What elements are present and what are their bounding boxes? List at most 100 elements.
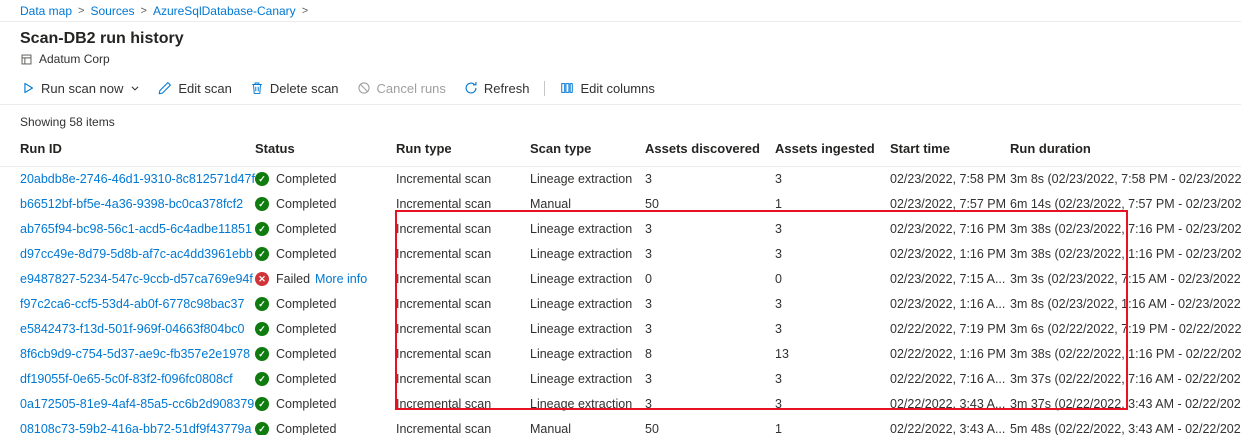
run-id-link[interactable]: d97cc49e-8d79-5d8b-af7c-ac4dd3961ebb xyxy=(20,247,253,261)
scan-type-cell: Manual xyxy=(530,417,645,435)
run-id-link[interactable]: 0a172505-81e9-4af4-85a5-cc6b2d908379 xyxy=(20,397,254,411)
edit-columns-button[interactable]: Edit columns xyxy=(551,72,663,104)
column-header-scan-type[interactable]: Scan type xyxy=(530,137,645,167)
items-count: Showing 58 items xyxy=(0,105,1241,137)
status-cell: ✓ Completed xyxy=(255,392,396,417)
delete-scan-button[interactable]: Delete scan xyxy=(241,72,348,104)
run-type-cell: Incremental scan xyxy=(396,242,530,267)
run-id-link[interactable]: e5842473-f13d-501f-969f-04663f804bc0 xyxy=(20,322,245,336)
run-id-link[interactable]: f97c2ca6-ccf5-53d4-ab0f-6778c98bac37 xyxy=(20,297,244,311)
column-header-assets-discovered[interactable]: Assets discovered xyxy=(645,137,775,167)
columns-icon xyxy=(560,81,574,95)
scan-type-cell: Lineage extraction xyxy=(530,367,645,392)
breadcrumb-separator: > xyxy=(302,5,308,17)
run-type-cell: Incremental scan xyxy=(396,392,530,417)
status-completed-icon: ✓ xyxy=(255,172,269,186)
assets-ingested-cell: 3 xyxy=(775,167,890,192)
run-id-link[interactable]: df19055f-0e65-5c0f-83f2-f096fc0808cf xyxy=(20,372,233,386)
start-time-cell: 02/22/2022, 3:43 A... xyxy=(890,417,1010,435)
status-completed-icon: ✓ xyxy=(255,347,269,361)
status-label: Completed xyxy=(276,297,336,311)
run-type-cell: Incremental scan xyxy=(396,417,530,435)
run-id-cell: e9487827-5234-547c-9ccb-d57ca769e94f xyxy=(0,267,255,292)
status-completed-icon: ✓ xyxy=(255,422,269,435)
table-row: e5842473-f13d-501f-969f-04663f804bc0 ✓ C… xyxy=(0,317,1241,342)
assets-ingested-cell: 3 xyxy=(775,292,890,317)
run-duration-cell: 3m 38s (02/22/2022, 1:16 PM - 02/22/2022 xyxy=(1010,342,1241,367)
column-header-run-type[interactable]: Run type xyxy=(396,137,530,167)
run-id-cell: f97c2ca6-ccf5-53d4-ab0f-6778c98bac37 xyxy=(0,292,255,317)
status-label: Completed xyxy=(276,197,336,211)
run-type-cell: Incremental scan xyxy=(396,192,530,217)
column-header-status[interactable]: Status xyxy=(255,137,396,167)
run-duration-cell: 3m 38s (02/23/2022, 1:16 PM - 02/23/2022 xyxy=(1010,242,1241,267)
run-id-link[interactable]: ab765f94-bc98-56c1-acd5-6c4adbe11851 xyxy=(20,222,252,236)
column-header-assets-ingested[interactable]: Assets ingested xyxy=(775,137,890,167)
run-duration-cell: 3m 37s (02/22/2022, 3:43 AM - 02/22/2022 xyxy=(1010,392,1241,417)
assets-ingested-cell: 0 xyxy=(775,267,890,292)
breadcrumb-data-map[interactable]: Data map xyxy=(20,4,72,18)
scan-type-cell: Manual xyxy=(530,192,645,217)
run-id-link[interactable]: 8f6cb9d9-c754-5d37-ae9c-fb357e2e1978 xyxy=(20,347,250,361)
assets-ingested-cell: 1 xyxy=(775,192,890,217)
run-id-link[interactable]: e9487827-5234-547c-9ccb-d57ca769e94f xyxy=(20,272,253,286)
run-id-link[interactable]: 08108c73-59b2-416a-bb72-51df9f43779a xyxy=(20,422,251,435)
status-cell: ✓ Completed xyxy=(255,417,396,435)
run-id-link[interactable]: b66512bf-bf5e-4a36-9398-bc0ca378fcf2 xyxy=(20,197,243,211)
status-completed-icon: ✓ xyxy=(255,222,269,236)
scan-run-history-page: Data map > Sources > AzureSqlDatabase-Ca… xyxy=(0,0,1241,435)
run-scan-now-label: Run scan now xyxy=(41,81,123,96)
start-time-cell: 02/23/2022, 7:57 PM xyxy=(890,192,1010,217)
status-cell: ✓ Completed xyxy=(255,342,396,367)
assets-ingested-cell: 1 xyxy=(775,417,890,435)
edit-scan-label: Edit scan xyxy=(178,81,231,96)
start-time-cell: 02/23/2022, 7:16 PM xyxy=(890,217,1010,242)
edit-scan-button[interactable]: Edit scan xyxy=(149,72,240,104)
status-completed-icon: ✓ xyxy=(255,247,269,261)
collection-name: Adatum Corp xyxy=(39,52,110,66)
refresh-button[interactable]: Refresh xyxy=(455,72,539,104)
status-completed-icon: ✓ xyxy=(255,297,269,311)
column-header-start-time[interactable]: Start time xyxy=(890,137,1010,167)
status-cell: ✕ Failed More info xyxy=(255,267,396,292)
status-label: Completed xyxy=(276,247,336,261)
table-row: 08108c73-59b2-416a-bb72-51df9f43779a ✓ C… xyxy=(0,417,1241,435)
table-row: ab765f94-bc98-56c1-acd5-6c4adbe11851 ✓ C… xyxy=(0,217,1241,242)
table-header-row: Run IDStatusRun typeScan typeAssets disc… xyxy=(0,137,1241,167)
collection-row: Adatum Corp xyxy=(20,52,1221,66)
run-id-cell: 8f6cb9d9-c754-5d37-ae9c-fb357e2e1978 xyxy=(0,342,255,367)
assets-discovered-cell: 3 xyxy=(645,167,775,192)
run-type-cell: Incremental scan xyxy=(396,167,530,192)
scan-type-cell: Lineage extraction xyxy=(530,392,645,417)
column-header-run-id[interactable]: Run ID xyxy=(0,137,255,167)
start-time-cell: 02/23/2022, 1:16 A... xyxy=(890,292,1010,317)
edit-columns-label: Edit columns xyxy=(580,81,654,96)
table-row: f97c2ca6-ccf5-53d4-ab0f-6778c98bac37 ✓ C… xyxy=(0,292,1241,317)
run-duration-cell: 5m 48s (02/22/2022, 3:43 AM - 02/22/2022… xyxy=(1010,417,1241,435)
table-row: d97cc49e-8d79-5d8b-af7c-ac4dd3961ebb ✓ C… xyxy=(0,242,1241,267)
run-duration-cell: 6m 14s (02/23/2022, 7:57 PM - 02/23/2022… xyxy=(1010,192,1241,217)
column-header-run-duration[interactable]: Run duration xyxy=(1010,137,1241,167)
run-type-cell: Incremental scan xyxy=(396,342,530,367)
status-cell: ✓ Completed xyxy=(255,317,396,342)
run-id-link[interactable]: 20abdb8e-2746-46d1-9310-8c812571d47f xyxy=(20,172,255,186)
cancel-runs-button[interactable]: Cancel runs xyxy=(348,72,455,104)
breadcrumb-source-name[interactable]: AzureSqlDatabase-Canary xyxy=(153,4,296,18)
run-duration-cell: 3m 3s (02/23/2022, 7:15 AM - 02/23/2022,… xyxy=(1010,267,1241,292)
status-failed-icon: ✕ xyxy=(255,272,269,286)
status-cell: ✓ Completed xyxy=(255,217,396,242)
status-label: Completed xyxy=(276,172,336,186)
cancel-icon xyxy=(357,81,371,95)
run-duration-cell: 3m 38s (02/23/2022, 7:16 PM - 02/23/2022 xyxy=(1010,217,1241,242)
breadcrumb-sources[interactable]: Sources xyxy=(90,4,134,18)
assets-ingested-cell: 3 xyxy=(775,367,890,392)
breadcrumb-separator: > xyxy=(78,5,84,17)
run-type-cell: Incremental scan xyxy=(396,317,530,342)
delete-scan-label: Delete scan xyxy=(270,81,339,96)
run-id-cell: ab765f94-bc98-56c1-acd5-6c4adbe11851 xyxy=(0,217,255,242)
run-scan-now-button[interactable]: Run scan now xyxy=(12,72,149,104)
assets-discovered-cell: 0 xyxy=(645,267,775,292)
status-label: Completed xyxy=(276,397,336,411)
status-label: Completed xyxy=(276,222,336,236)
more-info-link[interactable]: More info xyxy=(315,272,367,286)
